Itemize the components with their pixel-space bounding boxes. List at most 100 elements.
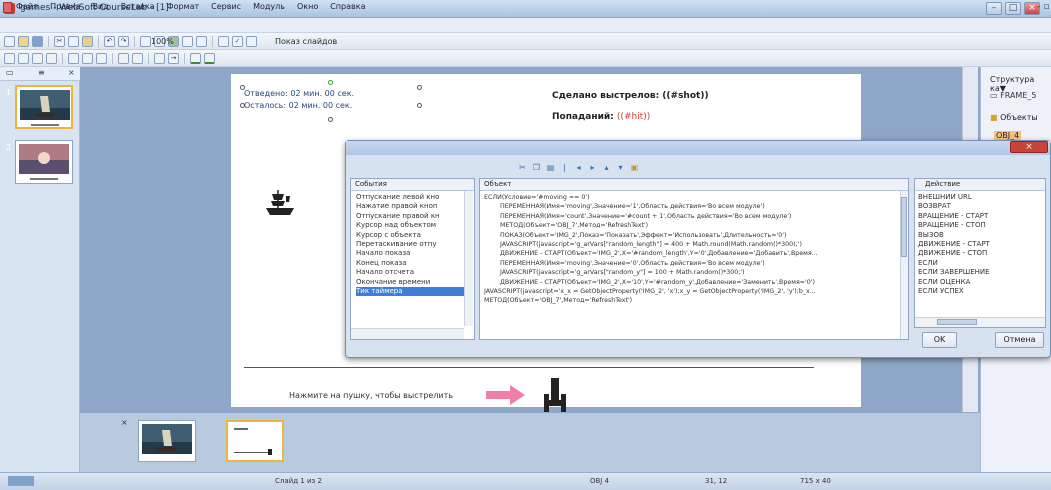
move-left-icon[interactable]: ◂	[574, 163, 583, 172]
slide-thumbnail-1[interactable]	[15, 85, 73, 129]
action-line[interactable]: ЕСЛИ(Условие='#moving == 0')	[484, 193, 899, 202]
action-line[interactable]: ПЕРЕМЕННАЯ(Имя='count',Значение='#count …	[484, 212, 899, 221]
align-top-icon[interactable]	[46, 53, 57, 64]
event-item[interactable]: Перетаскивание отпу	[356, 240, 470, 249]
copy-icon[interactable]	[68, 36, 79, 47]
grid-icon[interactable]	[140, 36, 151, 47]
ok-button[interactable]: OK	[922, 332, 957, 348]
fill-color-icon[interactable]	[204, 53, 215, 64]
align-right-icon[interactable]	[32, 53, 43, 64]
available-actions-scroll-thumb[interactable]	[937, 319, 977, 325]
action-line[interactable]: ПЕРЕМЕННАЯ(Имя='moving',Значение='1',Обл…	[484, 202, 899, 211]
menu-window[interactable]: Окно	[297, 2, 318, 11]
available-action-item[interactable]: ВРАЩЕНИЕ - СТОП	[918, 221, 1034, 230]
check-icon[interactable]: ✓	[232, 36, 243, 47]
structure-frame-item[interactable]: ▭ FRAME_5	[990, 91, 1036, 100]
cancel-button[interactable]: Отмена	[995, 332, 1044, 348]
dialog-title-bar[interactable]	[346, 141, 1050, 155]
move-down-icon[interactable]: ▾	[616, 163, 625, 172]
event-item[interactable]: Нажатие правой кноп	[356, 202, 470, 211]
events-header[interactable]: События	[351, 179, 474, 191]
distribute-h-icon[interactable]	[68, 53, 79, 64]
menu-insert[interactable]: Вставка	[121, 2, 155, 11]
menu-module[interactable]: Модуль	[253, 2, 285, 11]
event-item[interactable]: Начало отсчета	[356, 268, 470, 277]
move-up-icon[interactable]: ▴	[602, 163, 611, 172]
menu-tools[interactable]: Сервис	[211, 2, 241, 11]
action-line[interactable]: ПЕРЕМЕННАЯ(Имя='moving',Значение='0',Обл…	[484, 259, 899, 268]
available-action-item[interactable]: ВРАЩЕНИЕ - СТАРТ	[918, 212, 1034, 221]
action-line[interactable]: ДВИЖЕНИЕ - СТАРТ(Объект='IMG_2',X='#rand…	[484, 249, 899, 258]
minimize-button[interactable]: –	[986, 2, 1002, 15]
redo-icon[interactable]: ↷	[118, 36, 129, 47]
actions-header[interactable]: Объект	[480, 179, 908, 191]
action-line[interactable]: ДВИЖЕНИЕ - СТАРТ(Объект='IMG_2',X='10',Y…	[484, 278, 899, 287]
event-item[interactable]: Отпускание левой кно	[356, 193, 470, 202]
event-item[interactable]: Курсор над объектом	[356, 221, 470, 230]
structure-objects-folder[interactable]: ■ Объекты	[990, 113, 1038, 122]
same-size-icon[interactable]	[96, 53, 107, 64]
menu-help[interactable]: Справка	[330, 2, 365, 11]
action-line[interactable]: JAVASCRIPT(javascript='x_x = GetObjectPr…	[484, 287, 899, 296]
action-line[interactable]: JAVASCRIPT(javascript='g_arVars["random_…	[484, 268, 899, 277]
open-icon[interactable]	[18, 36, 29, 47]
distribute-v-icon[interactable]	[82, 53, 93, 64]
available-action-item[interactable]: ВОЗВРАТ	[918, 202, 1034, 211]
events-scrollbar[interactable]	[464, 191, 473, 326]
cut-icon[interactable]: ✂	[54, 36, 65, 47]
event-item[interactable]: Отпускание правой кн	[356, 212, 470, 221]
event-item[interactable]: Тик таймера	[356, 287, 470, 297]
event-item[interactable]: Курсор с объекта	[356, 231, 470, 240]
ship-icon[interactable]	[264, 188, 296, 218]
strip-close-icon[interactable]: ×	[121, 418, 128, 427]
event-item[interactable]: Окончание времени	[356, 278, 470, 287]
event-item[interactable]: Конец показа	[356, 259, 470, 268]
maximize-button[interactable]: □	[1005, 2, 1021, 15]
properties-icon[interactable]: ▣	[630, 163, 639, 172]
slides-tab-icon[interactable]: ▭	[6, 68, 14, 77]
zoom-level[interactable]: 100%	[151, 37, 174, 46]
strip-thumbnail-2[interactable]	[226, 420, 284, 462]
resize-handle[interactable]	[417, 85, 422, 90]
available-action-item[interactable]: ДВИЖЕНИЕ - СТАРТ	[918, 240, 1034, 249]
available-action-item[interactable]: ВНЕШНИЙ URL	[918, 193, 1034, 202]
resize-handle[interactable]	[417, 103, 422, 108]
slideshow-button[interactable]: Показ слайдов	[275, 37, 337, 46]
available-action-item[interactable]: ДВИЖЕНИЕ - СТОП	[918, 249, 1034, 258]
strip-thumbnail-1[interactable]	[138, 420, 196, 462]
available-actions-header[interactable]: Действие	[915, 179, 1045, 191]
close-panel-icon[interactable]: ×	[68, 68, 75, 77]
send-back-icon[interactable]	[132, 53, 143, 64]
menu-edit[interactable]: Правка	[50, 2, 80, 11]
bring-front-icon[interactable]	[118, 53, 129, 64]
available-action-item[interactable]: ЕСЛИ ЗАВЕРШЕНИЕ	[918, 268, 1034, 277]
available-action-item[interactable]: ЕСЛИ	[918, 259, 1034, 268]
move-right-icon[interactable]: ▸	[588, 163, 597, 172]
resize-handle[interactable]	[240, 85, 245, 90]
timer-object[interactable]: Отведено: 02 мин. 00 сек. Осталось: 02 м…	[244, 88, 354, 112]
rotate-handle[interactable]	[328, 80, 333, 85]
paste-icon[interactable]: ▤	[546, 163, 555, 172]
structure-object-item[interactable]: OBJ_4	[994, 131, 1022, 140]
properties-icon[interactable]	[218, 36, 229, 47]
available-action-item[interactable]: ЕСЛИ ОЦЕНКА	[918, 278, 1034, 287]
action-line[interactable]: МЕТОД(Объект='OBJ_7',Метод='RefreshText'…	[484, 221, 899, 230]
available-actions-hscrollbar[interactable]	[915, 317, 1045, 327]
menu-format[interactable]: Формат	[167, 2, 199, 11]
preview-icon[interactable]	[196, 36, 207, 47]
action-line[interactable]: JAVASCRIPT(javascript='g_arVars["random_…	[484, 240, 899, 249]
outline-tab-icon[interactable]: ≡	[38, 68, 45, 77]
menu-view[interactable]: Вид	[93, 2, 109, 11]
copy-icon[interactable]: ❐	[532, 163, 541, 172]
actions-scroll-thumb[interactable]	[901, 197, 907, 257]
cannon-icon[interactable]	[543, 378, 567, 412]
arrow-icon[interactable]: →	[168, 53, 179, 64]
action-line[interactable]: МЕТОД(Объект='OBJ_7',Метод='RefreshText'…	[484, 296, 899, 305]
event-item[interactable]: Начало показа	[356, 249, 470, 258]
align-left-icon[interactable]	[4, 53, 15, 64]
mdi-minimize-icon[interactable]: – ▫	[1036, 2, 1049, 12]
events-horizontal-scrollbar[interactable]	[351, 328, 464, 339]
action-line[interactable]: ПОКАЗ(Объект='IMG_2',Показ='Показать',Эф…	[484, 231, 899, 240]
available-action-item[interactable]: ЕСЛИ УСПЕХ	[918, 287, 1034, 296]
new-icon[interactable]	[4, 36, 15, 47]
